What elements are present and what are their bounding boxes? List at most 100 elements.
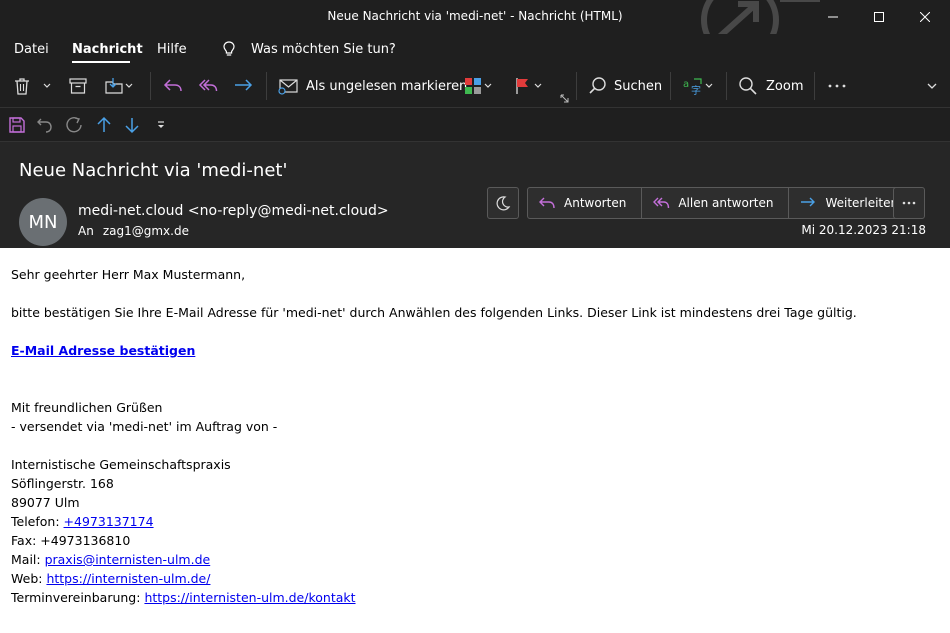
menu-help[interactable]: Hilfe	[157, 42, 187, 57]
delete-dropdown[interactable]	[42, 72, 52, 100]
phone-label: Telefon:	[11, 514, 64, 529]
avatar-initials: MN	[28, 211, 58, 233]
phone-link[interactable]: +4973137174	[64, 514, 154, 529]
archive-icon	[69, 78, 87, 94]
response-actions: Antworten Allen antworten Weiterleiten	[527, 187, 915, 219]
svg-text:a: a	[683, 79, 689, 90]
chevron-down-icon	[484, 83, 492, 88]
close-icon	[920, 12, 930, 22]
reply-all-action-label: Allen antworten	[678, 196, 774, 210]
active-tab-indicator	[72, 61, 130, 63]
chevron-down-icon	[927, 83, 937, 89]
save-button[interactable]	[6, 114, 28, 136]
org-street: Söflingerstr. 168	[11, 476, 114, 491]
avatar[interactable]: MN	[19, 198, 67, 246]
dialog-launcher-icon[interactable]	[560, 94, 569, 103]
zoom-icon	[739, 77, 757, 95]
move-to-folder-icon	[105, 78, 123, 94]
chevron-down-icon	[125, 83, 133, 88]
recipient-line: An zag1@gmx.de	[78, 224, 189, 238]
menu-message[interactable]: Nachricht	[72, 42, 143, 57]
chevron-down-icon	[705, 83, 713, 88]
reply-action-label: Antworten	[564, 196, 627, 210]
minimize-icon	[828, 16, 838, 18]
mail-label: Mail:	[11, 552, 45, 567]
categorize-icon	[465, 78, 481, 94]
lightbulb-icon	[223, 41, 235, 56]
close-button[interactable]	[902, 0, 948, 34]
more-horizontal-icon	[828, 84, 846, 88]
quick-access-toolbar	[0, 108, 950, 142]
reply-all-button[interactable]	[197, 72, 219, 100]
web-link[interactable]: https://internisten-ulm.de/	[46, 571, 210, 586]
menu-bar: Datei Nachricht Hilfe Was möchten Sie tu…	[0, 34, 950, 64]
greeting-text: Sehr geehrter Herr Max Mustermann,	[11, 267, 246, 282]
search-icon	[589, 77, 606, 94]
undo-button[interactable]	[34, 114, 56, 136]
follow-up-button[interactable]	[513, 72, 543, 100]
previous-item-button[interactable]	[93, 114, 115, 136]
archive-button[interactable]	[68, 72, 88, 100]
more-horizontal-icon	[902, 201, 916, 205]
reply-all-icon	[198, 79, 218, 92]
closing-text: Mit freundlichen Grüßen	[11, 400, 163, 415]
arrow-down-icon	[125, 118, 139, 134]
org-city: 89077 Ulm	[11, 495, 80, 510]
appointment-line: Terminvereinbarung: https://internisten-…	[11, 588, 950, 607]
customize-toolbar-button[interactable]	[150, 114, 172, 136]
reply-button[interactable]	[162, 72, 184, 100]
title-bar: Neue Nachricht via 'medi-net' - Nachrich…	[0, 0, 950, 34]
search-button[interactable]: Suchen	[588, 72, 662, 100]
web-line: Web: https://internisten-ulm.de/	[11, 569, 950, 588]
phone-line: Telefon: +4973137174	[11, 512, 950, 531]
window-title: Neue Nachricht via 'medi-net' - Nachrich…	[327, 9, 623, 23]
chevron-down-icon	[43, 83, 51, 88]
message-subject: Neue Nachricht via 'medi-net'	[19, 160, 288, 181]
sender-address[interactable]: medi-net.cloud <no-reply@medi-net.cloud>	[78, 203, 389, 219]
appointment-link[interactable]: https://internisten-ulm.de/kontakt	[144, 590, 355, 605]
mail-line: Mail: praxis@internisten-ulm.de	[11, 550, 950, 569]
flag-icon	[516, 78, 528, 94]
reply-all-action-button[interactable]: Allen antworten	[642, 188, 790, 218]
envelope-icon	[278, 79, 298, 95]
next-item-button[interactable]	[121, 114, 143, 136]
translate-button[interactable]: a 字	[682, 72, 714, 100]
minimize-button[interactable]	[810, 0, 856, 34]
trash-icon	[15, 78, 29, 95]
to-label: An	[78, 224, 94, 238]
more-actions-button[interactable]	[893, 187, 925, 219]
ribbon-more-button[interactable]	[826, 72, 848, 100]
recipient-address[interactable]: zag1@gmx.de	[103, 224, 189, 238]
dark-mode-toggle-button[interactable]	[487, 187, 519, 219]
ribbon-collapse-button[interactable]	[926, 72, 938, 100]
mail-link[interactable]: praxis@internisten-ulm.de	[45, 552, 211, 567]
redo-icon	[66, 117, 82, 133]
message-date: Mi 20.12.2023 21:18	[801, 223, 926, 237]
delete-button[interactable]	[12, 72, 32, 100]
org-name: Internistische Gemeinschaftspraxis	[11, 457, 231, 472]
zoom-label: Zoom	[766, 78, 804, 94]
tell-me-input[interactable]: Was möchten Sie tun?	[251, 42, 396, 57]
categorize-button[interactable]	[463, 72, 493, 100]
svg-text:字: 字	[691, 84, 701, 96]
reply-action-button[interactable]: Antworten	[528, 188, 643, 218]
confirm-email-link[interactable]: E-Mail Adresse bestätigen	[11, 343, 195, 358]
mark-unread-label: Als ungelesen markieren	[306, 78, 468, 94]
reply-all-icon	[653, 197, 670, 209]
redo-button[interactable]	[63, 114, 85, 136]
undo-icon	[37, 118, 52, 133]
menu-file[interactable]: Datei	[14, 42, 49, 57]
move-button[interactable]	[104, 72, 134, 100]
zoom-button[interactable]: Zoom	[738, 72, 803, 100]
forward-icon	[235, 79, 253, 91]
reply-icon	[539, 197, 555, 209]
mark-unread-button[interactable]: Als ungelesen markieren	[278, 72, 467, 100]
forward-button[interactable]	[232, 72, 254, 100]
fax-line: Fax: +4973136810	[11, 533, 131, 548]
ribbon: Als ungelesen markieren Suchen a 字 Zoom	[0, 64, 950, 108]
search-label: Suchen	[614, 78, 663, 94]
maximize-button[interactable]	[856, 0, 902, 34]
maximize-icon	[874, 12, 884, 22]
message-body: Sehr geehrter Herr Max Mustermann, bitte…	[0, 248, 950, 633]
moon-icon	[496, 196, 511, 211]
